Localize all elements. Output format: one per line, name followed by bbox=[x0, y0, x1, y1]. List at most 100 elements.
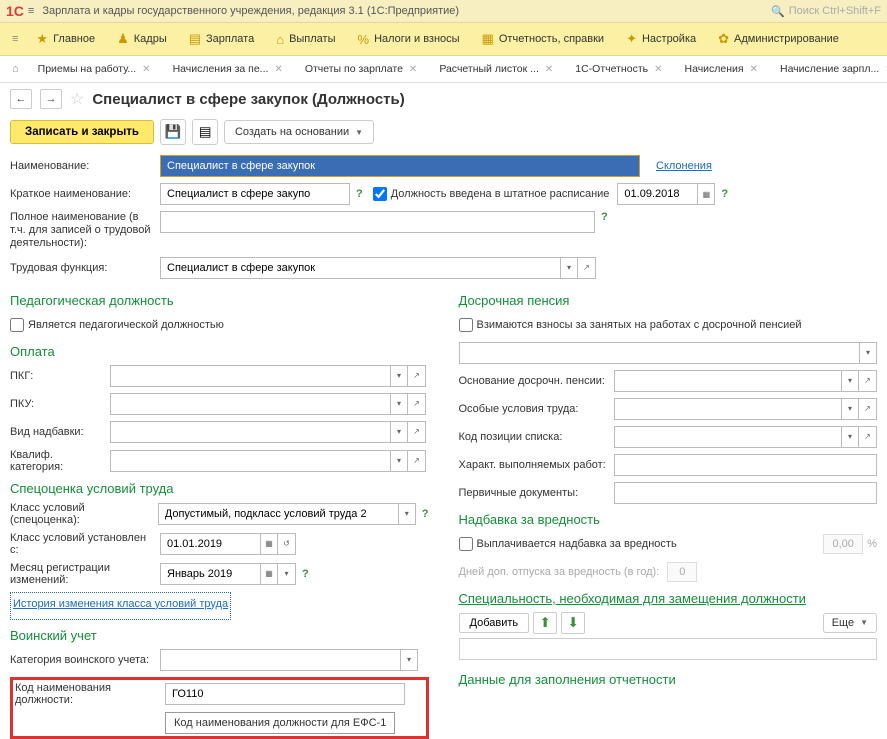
early-pension-checkbox[interactable] bbox=[459, 318, 473, 332]
help-icon[interactable]: ? bbox=[721, 188, 728, 200]
qualif-input[interactable] bbox=[110, 450, 390, 472]
chevron-down-icon[interactable]: ▾ bbox=[841, 426, 859, 448]
open-icon[interactable]: ↗ bbox=[578, 257, 596, 279]
speciality-list[interactable] bbox=[459, 638, 878, 660]
chevron-down-icon[interactable]: ▾ bbox=[398, 503, 416, 525]
chevron-down-icon[interactable]: ▾ bbox=[841, 370, 859, 392]
menu-salary[interactable]: ▤Зарплата bbox=[179, 27, 264, 51]
chevron-down-icon[interactable]: ▾ bbox=[859, 342, 877, 364]
special-cond-label: Особые условия труда: bbox=[459, 403, 614, 415]
nav-back-button[interactable]: ← bbox=[10, 89, 32, 109]
in-staff-checkbox[interactable] bbox=[373, 187, 387, 201]
open-icon[interactable]: ↗ bbox=[859, 426, 877, 448]
calendar-icon[interactable]: ▦ bbox=[260, 563, 278, 585]
help-icon[interactable]: ? bbox=[601, 211, 608, 223]
class-from-input[interactable] bbox=[160, 533, 260, 555]
class-input[interactable] bbox=[158, 503, 398, 525]
global-search[interactable]: 🔍 Поиск Ctrl+Shift+F bbox=[771, 5, 881, 18]
action-bar: Записать и закрыть 💾 ▤ Создать на основа… bbox=[0, 115, 887, 155]
menu-taxes[interactable]: %Налоги и взносы bbox=[348, 28, 470, 51]
close-icon[interactable]: ✕ bbox=[545, 64, 553, 75]
special-cond-input[interactable] bbox=[614, 398, 842, 420]
save-button[interactable]: 💾 bbox=[160, 119, 186, 145]
close-icon[interactable]: ✕ bbox=[409, 64, 417, 75]
save-close-button[interactable]: Записать и закрыть bbox=[10, 120, 154, 144]
help-icon[interactable]: ? bbox=[302, 568, 309, 580]
chevron-down-icon[interactable]: ▾ bbox=[278, 563, 296, 585]
declensions-link[interactable]: Склонения bbox=[656, 160, 712, 172]
pos-code-input[interactable] bbox=[614, 426, 842, 448]
open-icon[interactable]: ↗ bbox=[859, 398, 877, 420]
month-reg-input[interactable] bbox=[160, 563, 260, 585]
close-icon[interactable]: ✕ bbox=[274, 64, 282, 75]
tab-salary-accrual[interactable]: Начисление зарпл...✕ bbox=[769, 56, 887, 82]
basis-input[interactable] bbox=[614, 370, 842, 392]
move-down-button[interactable]: ⬇ bbox=[561, 612, 585, 634]
pension-select[interactable] bbox=[459, 342, 860, 364]
list-button[interactable]: ▤ bbox=[192, 119, 218, 145]
chevron-down-icon[interactable]: ▾ bbox=[390, 450, 408, 472]
menu-reports[interactable]: ▦Отчетность, справки bbox=[472, 27, 614, 51]
harm-checkbox-label: Выплачивается надбавка за вредность bbox=[477, 538, 677, 550]
calendar-icon[interactable]: ▦ bbox=[697, 183, 715, 205]
chevron-down-icon[interactable]: ▾ bbox=[390, 365, 408, 387]
tab-accruals-period[interactable]: Начисления за пе...✕ bbox=[162, 56, 294, 82]
help-icon[interactable]: ? bbox=[356, 188, 363, 200]
open-icon[interactable]: ↗ bbox=[408, 365, 426, 387]
section-speciality[interactable]: Специальность, необходимая для замещения… bbox=[459, 591, 878, 606]
in-staff-date-input[interactable] bbox=[617, 183, 697, 205]
open-icon[interactable]: ↗ bbox=[408, 450, 426, 472]
close-icon[interactable]: ✕ bbox=[750, 64, 758, 75]
tab-hires[interactable]: Приемы на работу...✕ bbox=[27, 56, 162, 82]
allowance-input[interactable] bbox=[110, 421, 390, 443]
menu-toggle-icon[interactable]: ≡ bbox=[6, 29, 24, 49]
open-icon[interactable]: ↗ bbox=[408, 421, 426, 443]
code-input[interactable] bbox=[165, 683, 405, 705]
chevron-down-icon[interactable]: ▾ bbox=[390, 393, 408, 415]
nav-forward-button[interactable]: → bbox=[40, 89, 62, 109]
pku-input[interactable] bbox=[110, 393, 390, 415]
pedagogical-checkbox[interactable] bbox=[10, 318, 24, 332]
full-name-label: Полное наименование (в т.ч. для записей … bbox=[10, 211, 160, 251]
history-link[interactable]: История изменения класса условий труда bbox=[13, 598, 228, 610]
calendar-icon[interactable]: ▦ bbox=[260, 533, 278, 555]
pkg-input[interactable] bbox=[110, 365, 390, 387]
menu-settings[interactable]: ✦Настройка bbox=[616, 27, 706, 51]
menu-admin[interactable]: ✿Администрирование bbox=[708, 27, 849, 51]
tab-payslip[interactable]: Расчетный листок ...✕ bbox=[428, 56, 564, 82]
open-icon[interactable]: ↗ bbox=[408, 393, 426, 415]
full-name-input[interactable] bbox=[160, 211, 595, 233]
primary-docs-input[interactable] bbox=[614, 482, 878, 504]
tab-home-icon[interactable]: ⌂ bbox=[4, 57, 27, 81]
chevron-down-icon[interactable]: ▾ bbox=[390, 421, 408, 443]
menu-payments[interactable]: ⌂Выплаты bbox=[266, 28, 345, 51]
add-button[interactable]: Добавить bbox=[459, 613, 530, 633]
burger-icon[interactable]: ≡ bbox=[28, 5, 34, 17]
tab-accruals[interactable]: Начисления✕ bbox=[674, 56, 769, 82]
chevron-down-icon[interactable]: ▾ bbox=[400, 649, 418, 671]
help-icon[interactable]: ? bbox=[422, 508, 429, 520]
row-full-name: Полное наименование (в т.ч. для записей … bbox=[10, 211, 877, 251]
more-button[interactable]: Еще▼ bbox=[823, 613, 877, 633]
close-icon[interactable]: ✕ bbox=[654, 64, 662, 75]
history-icon[interactable]: ↺ bbox=[278, 533, 296, 555]
close-icon[interactable]: ✕ bbox=[142, 64, 150, 75]
menu-personnel[interactable]: ♟Кадры bbox=[107, 27, 177, 51]
favorite-icon[interactable]: ☆ bbox=[70, 89, 84, 109]
chevron-down-icon[interactable]: ▾ bbox=[560, 257, 578, 279]
work-char-input[interactable] bbox=[614, 454, 878, 476]
tab-1c-reporting[interactable]: 1С-Отчетность✕ bbox=[564, 56, 673, 82]
short-name-input[interactable] bbox=[160, 183, 350, 205]
create-based-button[interactable]: Создать на основании ▼ bbox=[224, 120, 374, 144]
chevron-down-icon[interactable]: ▾ bbox=[841, 398, 859, 420]
mil-category-input[interactable] bbox=[160, 649, 400, 671]
menu-main[interactable]: ★Главное bbox=[26, 27, 105, 51]
section-pedagogical: Педагогическая должность bbox=[10, 293, 429, 308]
labor-func-input[interactable] bbox=[160, 257, 560, 279]
name-input[interactable] bbox=[160, 155, 640, 177]
move-up-button[interactable]: ⬆ bbox=[533, 612, 557, 634]
harm-checkbox[interactable] bbox=[459, 537, 473, 551]
tab-salary-reports[interactable]: Отчеты по зарплате✕ bbox=[294, 56, 429, 82]
search-placeholder: Поиск Ctrl+Shift+F bbox=[789, 5, 881, 17]
open-icon[interactable]: ↗ bbox=[859, 370, 877, 392]
